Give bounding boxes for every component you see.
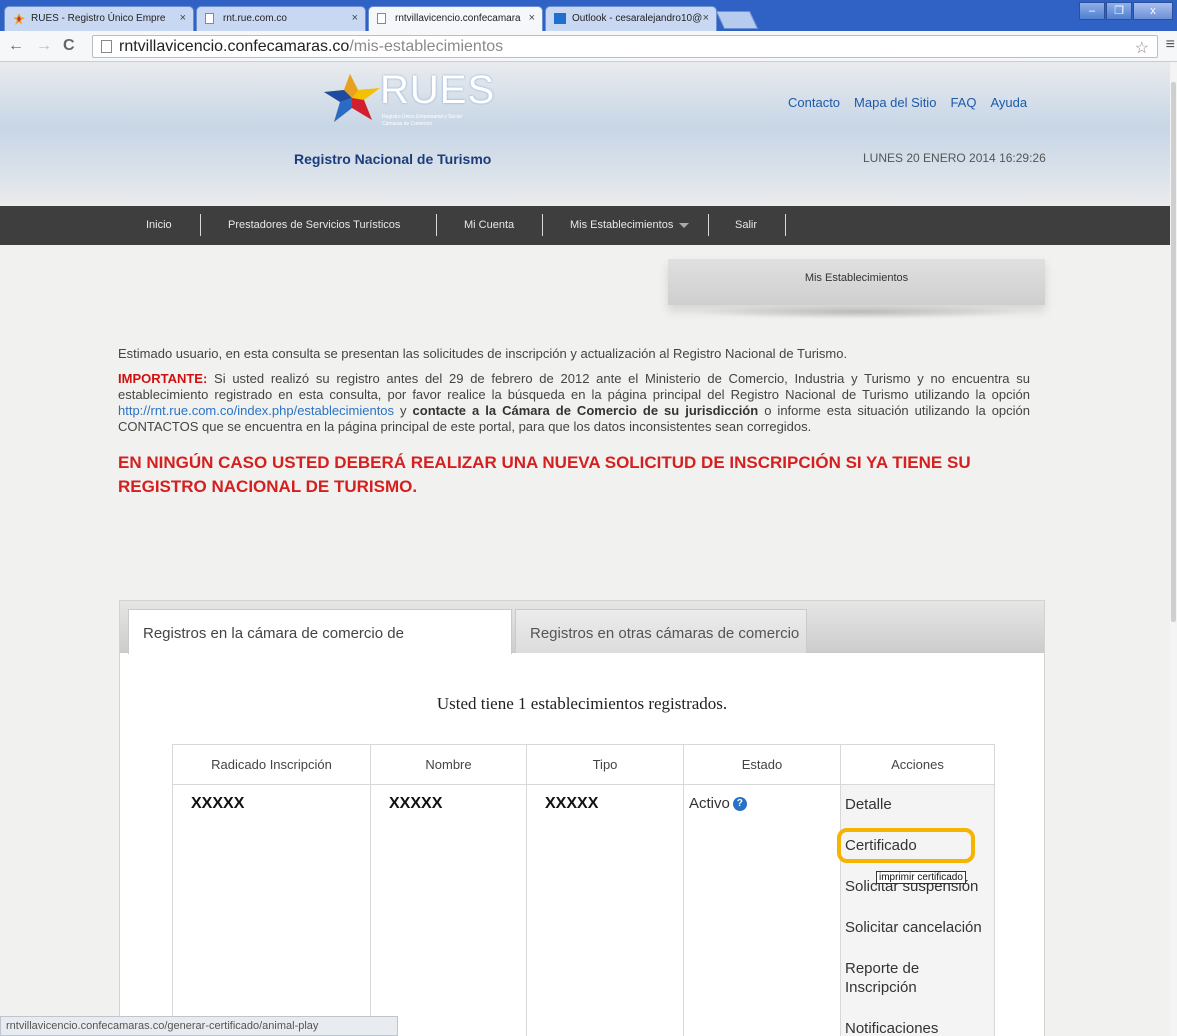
site-header: RUES Registro Único Empresarial y Social… xyxy=(0,62,1177,206)
nav-divider xyxy=(436,214,437,236)
column-header-nombre: Nombre xyxy=(370,744,527,785)
establecimientos-link[interactable]: http://rnt.rue.com.co/index.php/establec… xyxy=(118,403,394,418)
cell-radicado: XXXXX xyxy=(172,784,371,1036)
close-icon[interactable]: × xyxy=(529,12,535,24)
establecimientos-table: Radicado Inscripción Nombre Tipo Estado … xyxy=(172,744,995,1036)
window-controls: – ❐ x xyxy=(1079,2,1173,22)
column-header-tipo: Tipo xyxy=(526,744,684,785)
breadcrumb-shadow xyxy=(690,305,1030,319)
nav-item-mis-establecimientos[interactable]: Mis Establecimientos xyxy=(570,219,690,231)
site-title: Registro Nacional de Turismo xyxy=(294,151,492,167)
forward-icon[interactable]: → xyxy=(36,37,52,55)
info-icon[interactable]: ? xyxy=(732,797,747,811)
cell-acciones: Detalle Certificado Solicitar suspensión… xyxy=(837,784,995,1036)
url-host: rntvillavicencio.confecamaras.co xyxy=(119,38,350,55)
column-header-radicado: Radicado Inscripción xyxy=(172,744,371,785)
important-bold-text: contacte a la Cámara de Comercio de su j… xyxy=(412,403,759,418)
chevron-down-icon xyxy=(679,222,690,228)
logo-subtitle: Registro Único Empresarial y Social xyxy=(382,114,462,120)
scrollbar-thumb[interactable] xyxy=(1171,82,1176,622)
minimize-icon[interactable]: – xyxy=(1079,2,1105,20)
new-tab-button[interactable] xyxy=(715,11,759,29)
certificado-tooltip: imprimir certificado xyxy=(876,871,966,884)
logo-title: RUES xyxy=(380,68,496,112)
action-solicitar-cancelacion[interactable]: Solicitar cancelación xyxy=(845,918,994,937)
status-bar-url: rntvillavicencio.confecamaras.co/generar… xyxy=(0,1016,398,1036)
page-icon xyxy=(205,13,214,24)
page-icon xyxy=(101,40,112,53)
nav-divider xyxy=(200,214,201,236)
action-certificado[interactable]: Certificado xyxy=(837,828,975,863)
url-path: /mis-establecimientos xyxy=(349,38,504,55)
logo-subtitle-2: Cámaras de Comercio xyxy=(382,121,433,127)
table-row: XXXXX XXXXX XXXXX Activo? Detalle Certif… xyxy=(172,784,995,1036)
link-ayuda[interactable]: Ayuda xyxy=(990,95,1027,110)
page-scrollbar[interactable] xyxy=(1170,62,1177,1036)
important-text: y xyxy=(394,403,413,418)
nav-divider xyxy=(542,214,543,236)
action-notificaciones[interactable]: Notificaciones xyxy=(845,1019,994,1036)
browser-tab-outlook[interactable]: Outlook - cesaralejandro10@ × xyxy=(545,6,717,31)
reload-icon[interactable]: C xyxy=(63,37,75,55)
outlook-icon xyxy=(554,13,566,24)
important-label: IMPORTANTE: xyxy=(118,371,208,386)
browser-tab-label: rntvillavicencio.confecamara xyxy=(395,13,521,24)
important-notice: IMPORTANTE: Si usted realizó su registro… xyxy=(118,371,1030,435)
estado-value: Activo xyxy=(689,795,730,812)
important-text: Si usted realizó su registro antes del 2… xyxy=(118,371,1030,402)
main-nav: Inicio Prestadores de Servicios Turístic… xyxy=(0,206,1177,245)
registros-panel: Registros en la cámara de comercio de Re… xyxy=(119,600,1045,1036)
establecimientos-count: Usted tiene 1 establecimientos registrad… xyxy=(436,694,728,713)
nav-item-salir[interactable]: Salir xyxy=(735,219,757,231)
browser-tab-label: rnt.rue.com.co xyxy=(223,13,287,24)
browser-tab-strip: RUES - Registro Único Empre × rnt.rue.co… xyxy=(0,0,1177,31)
header-links: Contacto Mapa del Sitio FAQ Ayuda xyxy=(788,95,1027,110)
link-faq[interactable]: FAQ xyxy=(950,95,976,110)
rues-star-icon xyxy=(324,74,380,122)
address-bar: ← → C rntvillavicencio.confecamaras.co/m… xyxy=(0,31,1177,62)
cell-tipo: XXXXX xyxy=(526,784,684,1036)
browser-tab-label: Outlook - cesaralejandro10@ xyxy=(572,13,703,24)
rues-logo[interactable]: RUES Registro Único Empresarial y Social… xyxy=(322,68,502,130)
warning-message: EN NINGÚN CASO USTED DEBERÁ REALIZAR UNA… xyxy=(118,453,971,496)
action-detalle[interactable]: Detalle xyxy=(845,795,994,814)
action-reporte-inscripcion[interactable]: Reporte de Inscripción xyxy=(845,959,955,997)
cell-nombre: XXXXX xyxy=(370,784,527,1036)
back-icon[interactable]: ← xyxy=(8,37,24,55)
current-datetime: LUNES 20 ENERO 2014 16:29:26 xyxy=(863,151,1046,165)
panel-tab-bar: Registros en la cámara de comercio de Re… xyxy=(120,601,1044,654)
close-icon[interactable]: × xyxy=(180,12,186,24)
browser-tab-rnt[interactable]: rnt.rue.com.co × xyxy=(196,6,366,31)
table-header-row: Radicado Inscripción Nombre Tipo Estado … xyxy=(172,744,995,785)
nav-item-mi-cuenta[interactable]: Mi Cuenta xyxy=(464,219,514,231)
link-mapa-del-sitio[interactable]: Mapa del Sitio xyxy=(854,95,936,110)
nav-item-inicio[interactable]: Inicio xyxy=(146,219,172,231)
close-icon[interactable]: × xyxy=(352,12,358,24)
bookmark-star-icon[interactable]: ☆ xyxy=(1135,38,1149,59)
column-header-acciones: Acciones xyxy=(840,744,995,785)
nav-item-prestadores[interactable]: Prestadores de Servicios Turísticos xyxy=(228,219,400,231)
tab-registros-otras-camaras[interactable]: Registros en otras cámaras de comercio xyxy=(515,609,807,653)
browser-tab-rues[interactable]: RUES - Registro Único Empre × xyxy=(4,6,194,31)
nav-divider xyxy=(785,214,786,236)
breadcrumb: Mis Establecimientos xyxy=(668,259,1045,305)
close-icon[interactable]: × xyxy=(703,12,709,24)
menu-icon[interactable]: ≡ xyxy=(1166,36,1175,54)
tab-registros-camara[interactable]: Registros en la cámara de comercio de xyxy=(128,609,512,654)
link-contacto[interactable]: Contacto xyxy=(788,95,840,110)
rues-favicon-icon xyxy=(13,13,25,25)
browser-tab-active[interactable]: rntvillavicencio.confecamara × xyxy=(368,6,543,31)
column-header-estado: Estado xyxy=(683,744,841,785)
browser-tab-label: RUES - Registro Único Empre xyxy=(31,13,166,24)
url-input[interactable]: rntvillavicencio.confecamaras.co/mis-est… xyxy=(92,35,1158,58)
nav-item-label: Mis Establecimientos xyxy=(570,219,674,231)
intro-text: Estimado usuario, en esta consulta se pr… xyxy=(118,346,848,361)
nav-divider xyxy=(708,214,709,236)
maximize-icon[interactable]: ❐ xyxy=(1106,2,1132,20)
window-close-icon[interactable]: x xyxy=(1133,2,1173,20)
cell-estado: Activo? xyxy=(683,784,841,1036)
page-icon xyxy=(377,13,386,24)
